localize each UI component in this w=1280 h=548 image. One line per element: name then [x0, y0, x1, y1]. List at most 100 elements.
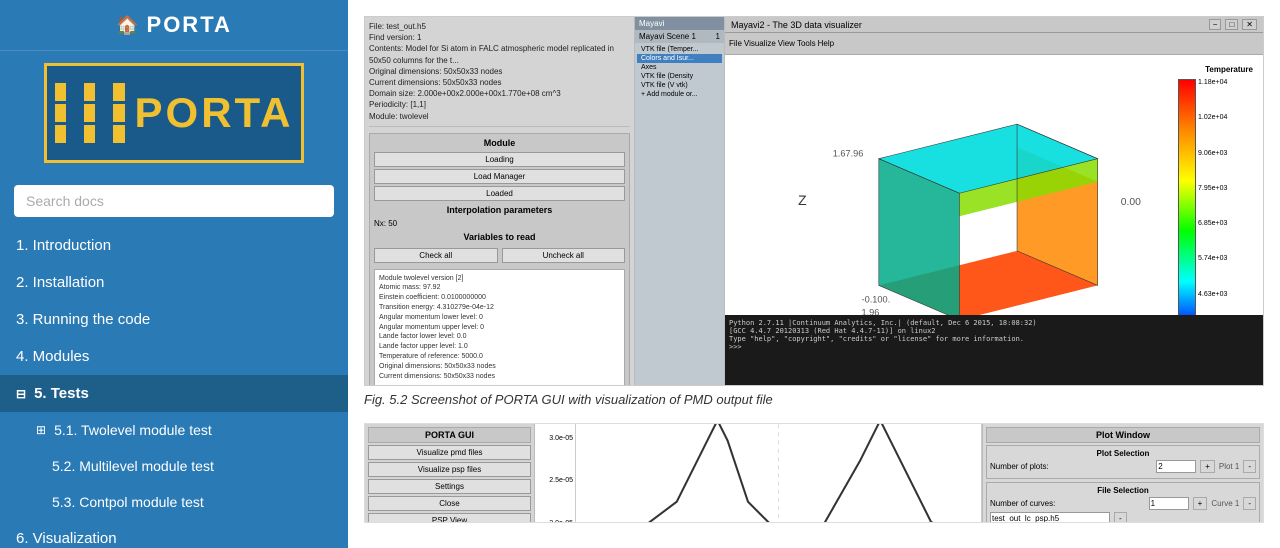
search-input[interactable] [14, 185, 334, 217]
logo-box: PORTA [44, 63, 304, 163]
console-line: [GCC 4.4.7 20120313 (Red Hat 4.4.7-11)] … [729, 327, 1259, 335]
logo-grid [55, 83, 125, 143]
porta-gui-title: PORTA GUI [368, 427, 531, 443]
sidebar-item-label: 4. Modules [16, 348, 89, 365]
module-panel-title: Module [374, 138, 625, 148]
tree-vtk-density[interactable]: VTK file (Density [637, 72, 722, 81]
num-curves-label: Number of curves: [990, 499, 1145, 508]
sidebar-item-label: 5.1. Twolevel module test [54, 422, 212, 438]
plot-svg [575, 423, 982, 523]
logo-container: PORTA [0, 51, 348, 175]
legend-bar [1178, 79, 1196, 333]
curves-minus-btn[interactable]: - [1243, 497, 1256, 510]
curves-plus-btn[interactable]: + [1193, 497, 1208, 510]
file-minus-btn[interactable]: - [1114, 512, 1127, 523]
z-axis-label: Z [798, 192, 806, 208]
sidebar-item-running[interactable]: 3. Running the code [0, 301, 348, 338]
tree-axes[interactable]: Axes [637, 63, 722, 72]
sidebar-item-modules[interactable]: 4. Modules [0, 338, 348, 375]
sidebar-item-twolevel[interactable]: ⊞ 5.1. Twolevel module test [0, 412, 348, 448]
file-info-line: Domain size: 2.000e+00x2.000e+00x1.770e+… [369, 88, 630, 99]
num-plots-input[interactable] [1156, 460, 1196, 473]
console-line: >>> [729, 343, 1259, 351]
scene-bar: Mayavi Scene 1 1 [635, 30, 724, 43]
uncheck-all-btn[interactable]: Uncheck all [502, 248, 626, 263]
maximize-btn[interactable]: □ [1225, 19, 1238, 30]
main-content: File: test_out.h5 Find version: 1 Conten… [348, 0, 1280, 548]
sidebar-item-label: 6. Visualization [16, 530, 117, 547]
close-btn[interactable]: Close [368, 496, 531, 511]
loading-btn[interactable]: Loading [374, 152, 625, 167]
window-controls: − □ ✕ [1209, 19, 1257, 30]
check-all-btn[interactable]: Check all [374, 248, 498, 263]
mayavi-title: Mayavi2 - The 3D data visualizer [731, 20, 862, 30]
home-icon: 🏠 [116, 15, 138, 36]
visualize-psp-btn[interactable]: Visualize psp files [368, 462, 531, 477]
search-container [0, 175, 348, 227]
settings-btn[interactable]: Settings [368, 479, 531, 494]
visualize-menu[interactable]: Visualize [744, 39, 776, 48]
plot-window-title: Plot Window [986, 427, 1260, 443]
curve1-label: Curve 1 [1211, 499, 1239, 508]
tree-add-module[interactable]: + Add module or... [637, 90, 722, 99]
logo-cell [84, 125, 96, 143]
sidebar-item-visualization[interactable]: 6. Visualization [0, 520, 348, 548]
file-menu[interactable]: File [729, 39, 742, 48]
file-input[interactable] [990, 512, 1110, 523]
tree-vtk-file[interactable]: VTK file (Temper... [637, 45, 722, 54]
sidebar-item-introduction[interactable]: 1. Introduction [0, 227, 348, 264]
visualize-pmd-btn[interactable]: Visualize pmd files [368, 445, 531, 460]
loaded-btn[interactable]: Loaded [374, 186, 625, 201]
plot-selection-panel: Plot Selection Number of plots: + Plot 1… [986, 445, 1260, 479]
help-menu[interactable]: Help [818, 39, 834, 48]
3d-viewport: Z Y 0.00 1.67.96 -0.100. 1.96 Temperatur… [725, 55, 1263, 343]
sidebar-item-tests[interactable]: ⊟ 5. Tests [0, 375, 348, 412]
bottom-gui-panel: PORTA GUI Visualize pmd files Visualize … [365, 424, 535, 522]
sidebar-item-label: 2. Installation [16, 274, 104, 291]
file-selection-title: File Selection [990, 486, 1256, 495]
sidebar-item-label: 3. Running the code [16, 311, 150, 328]
file-row: - [990, 512, 1256, 523]
load-manager-btn[interactable]: Load Manager [374, 169, 625, 184]
logo-cell [55, 104, 67, 122]
plot-selection-title: Plot Selection [990, 449, 1256, 458]
site-title: PORTA [147, 12, 232, 38]
view-menu[interactable]: View [778, 39, 795, 48]
nav-list: 1. Introduction 2. Installation 3. Runni… [0, 227, 348, 548]
sidebar-item-label: 5.3. Contpol module test [52, 494, 204, 510]
close-btn[interactable]: ✕ [1242, 19, 1257, 30]
file-info-line: Current dimensions: 50x50x33 nodes [369, 77, 630, 88]
plots-minus-btn[interactable]: - [1243, 460, 1256, 473]
console-line: Type "help", "copyright", "credits" or "… [729, 335, 1259, 343]
legend-val: 5.74e+03 [1198, 255, 1227, 262]
plots-plus-btn[interactable]: + [1200, 460, 1215, 473]
legend-val: 4.63e+03 [1198, 291, 1227, 298]
legend-title: Temperature [1205, 65, 1253, 74]
tools-menu[interactable]: Tools [797, 39, 816, 48]
tree-vtk-v[interactable]: VTK file (V vtk) [637, 81, 722, 90]
sidebar-item-multilevel[interactable]: 5.2. Multilevel module test [0, 448, 348, 484]
check-btns: Check all Uncheck all [374, 246, 625, 265]
expand-icon: ⊞ [36, 423, 46, 437]
minimize-btn[interactable]: − [1209, 19, 1222, 30]
tree-colors-surf[interactable]: Colors and Isur... [637, 54, 722, 63]
num-curves-input[interactable] [1149, 497, 1189, 510]
sidebar-item-installation[interactable]: 2. Installation [0, 264, 348, 301]
file-info-line: Find version: 1 [369, 32, 630, 43]
psp-view-btn[interactable]: PSP View [368, 513, 531, 523]
logo-cell [98, 104, 110, 122]
logo-cell [113, 125, 125, 143]
output-area: Module twolevel version [2] Atomic mass:… [374, 269, 625, 385]
svg-text:0.00: 0.00 [1121, 197, 1141, 208]
console-line: Python 2.7.11 |Continuum Analytics, Inc.… [729, 319, 1259, 327]
logo-cell [113, 104, 125, 122]
sidebar-item-contpol[interactable]: 5.3. Contpol module test [0, 484, 348, 520]
figure-1-wrapper: File: test_out.h5 Find version: 1 Conten… [364, 16, 1264, 407]
gui-3d-panel: Mayavi2 - The 3D data visualizer − □ ✕ F… [725, 17, 1263, 385]
num-curves-row: Number of curves: + Curve 1 - [990, 497, 1256, 510]
sidebar-header: 🏠 PORTA [0, 0, 348, 51]
svg-text:1.67.96: 1.67.96 [833, 148, 864, 158]
logo-cell [113, 83, 125, 101]
porta-gui-screenshot: File: test_out.h5 Find version: 1 Conten… [364, 16, 1264, 386]
legend-val: 1.18e+04 [1198, 79, 1227, 86]
